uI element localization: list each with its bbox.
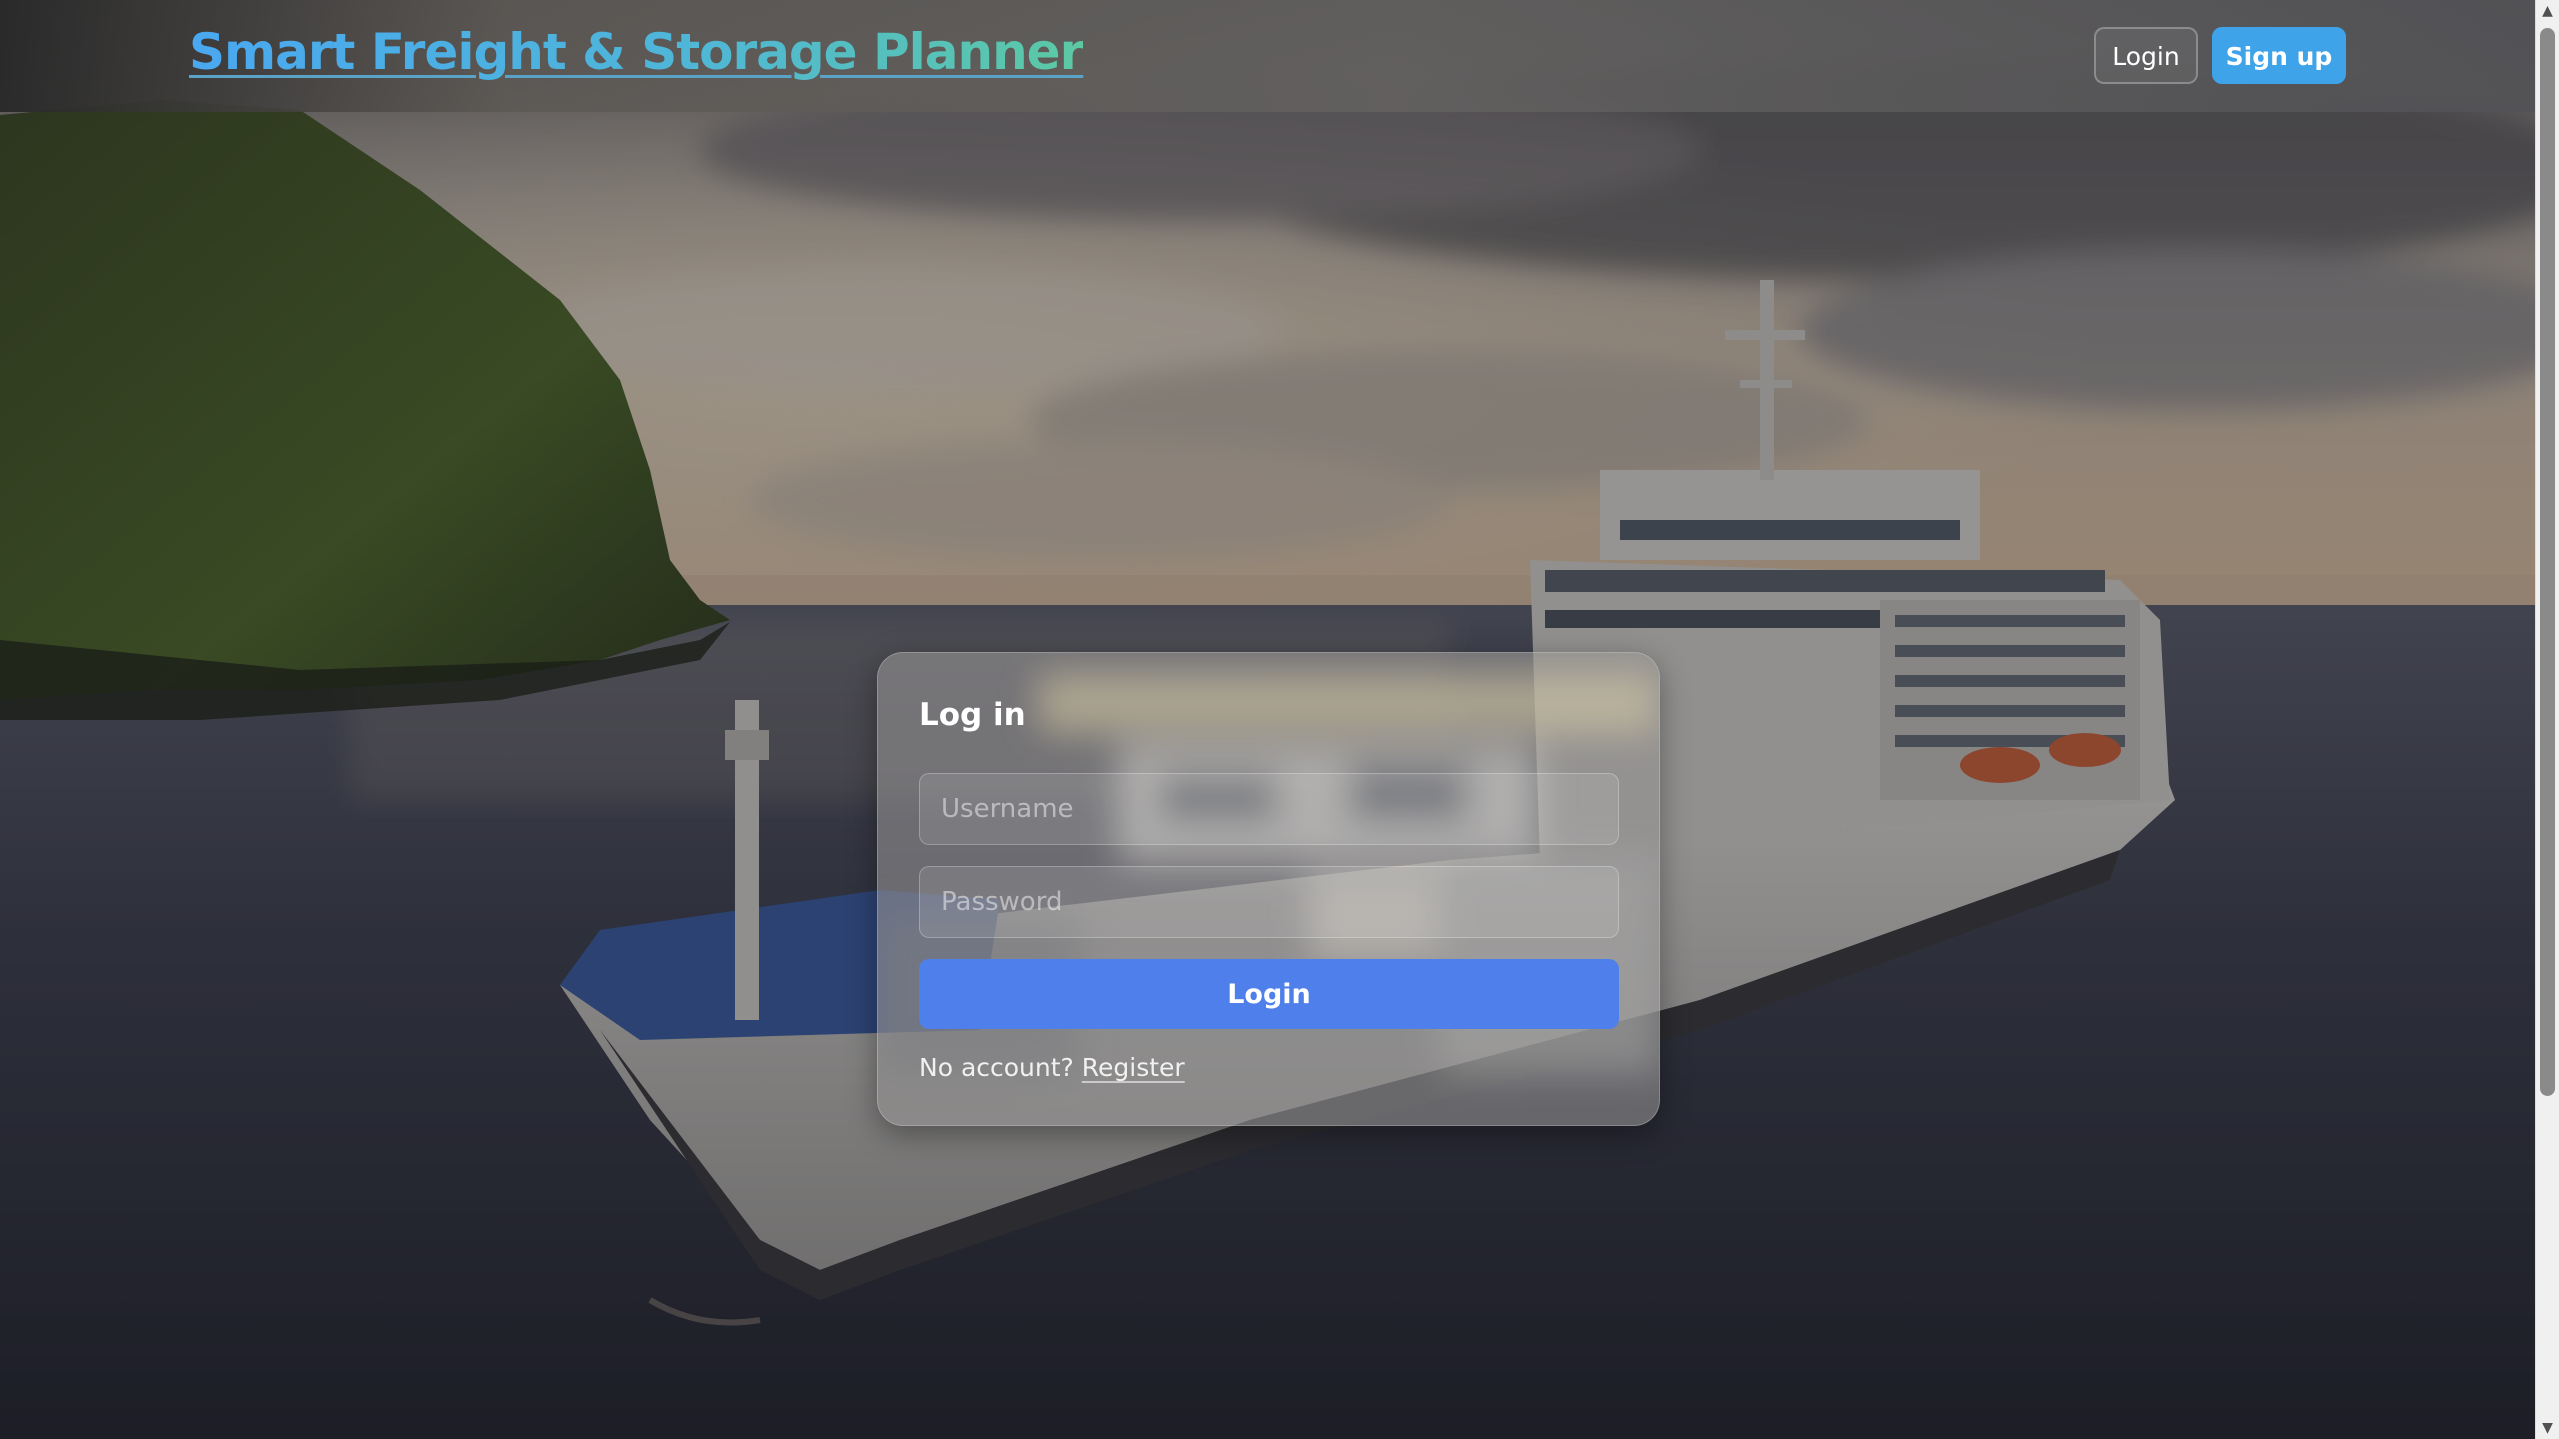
brand-title-link[interactable]: Smart Freight & Storage Planner (189, 20, 1084, 84)
nav-signup-button[interactable]: Sign up (2212, 27, 2346, 84)
username-input[interactable] (919, 773, 1619, 845)
page: Smart Freight & Storage Planner Login Si… (0, 0, 2559, 1439)
register-link[interactable]: Register (1082, 1053, 1185, 1082)
top-navigation-bar: Smart Freight & Storage Planner Login Si… (0, 0, 2535, 112)
login-card: Log in Login No account? Register (877, 652, 1660, 1126)
no-account-text: No account? (919, 1053, 1074, 1082)
password-input[interactable] (919, 866, 1619, 938)
scrollbar-thumb[interactable] (2540, 28, 2555, 1096)
register-prompt: No account? Register (919, 1051, 1185, 1085)
login-submit-button[interactable]: Login (919, 959, 1619, 1029)
nav-login-button[interactable]: Login (2094, 27, 2198, 84)
vertical-scrollbar[interactable]: ▲ ▼ (2535, 0, 2559, 1439)
login-form: Log in Login No account? Register (878, 653, 1659, 1125)
scroll-down-arrow-icon[interactable]: ▼ (2536, 1417, 2559, 1439)
scroll-up-arrow-icon[interactable]: ▲ (2536, 0, 2559, 22)
login-heading: Log in (919, 697, 1026, 733)
